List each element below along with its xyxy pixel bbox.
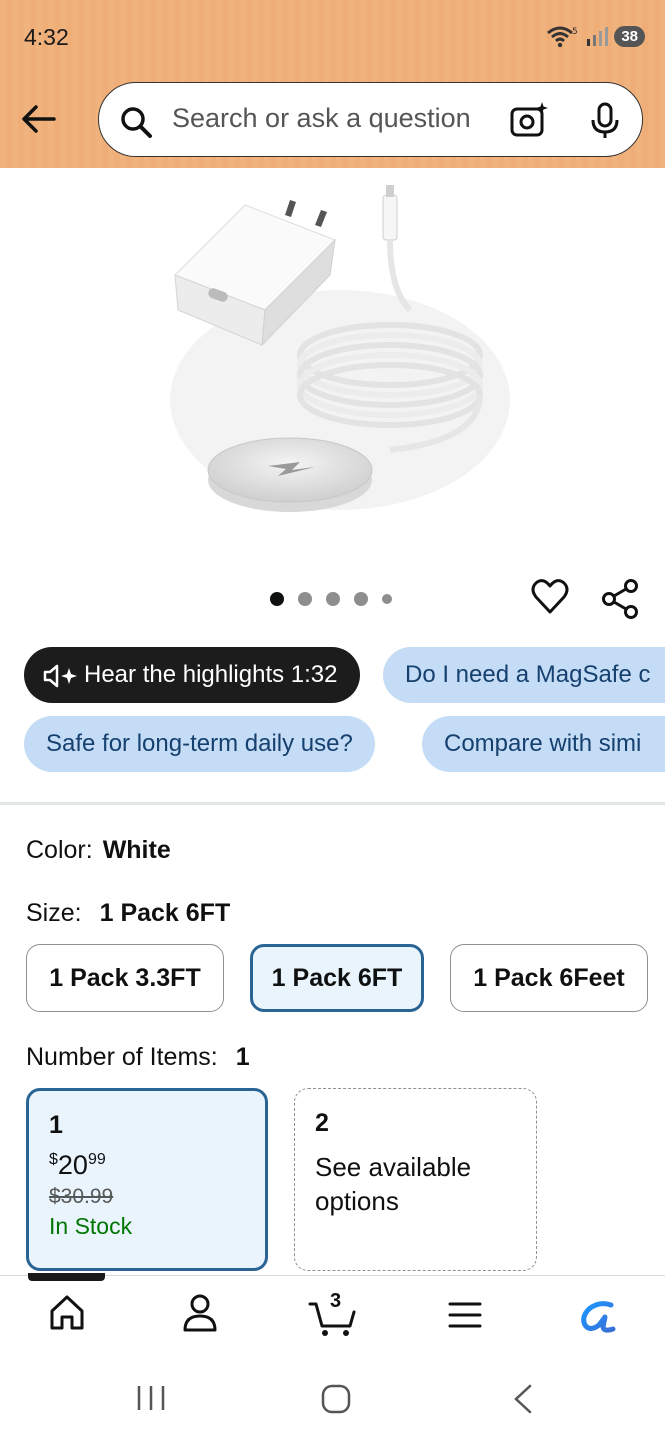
header: 4:32 5 38 Search or ask a question [0,0,665,168]
see-options-text: See available options [315,1152,472,1216]
search-bar[interactable]: Search or ask a question [98,82,643,157]
share-icon[interactable] [600,578,640,620]
items-row: Number of Items: 1 [26,1043,250,1072]
search-input[interactable]: Search or ask a question [172,103,471,134]
section-divider [0,802,665,805]
speaker-sparkle-icon [43,664,77,687]
item-option-1[interactable]: 1 $2099 $30.99 In Stock [26,1088,268,1271]
items-label: Number of Items: [26,1043,218,1071]
system-icons: 5 38 [546,24,645,48]
heart-icon[interactable] [530,577,570,617]
size-option-3-3ft[interactable]: 1 Pack 3.3FT [26,944,224,1012]
wifi-icon: 5 [547,26,578,48]
size-row: Size: 1 Pack 6FT [26,899,230,928]
availability: In Stock [49,1213,133,1239]
hear-highlights-button[interactable]: Hear the highlights 1:32 [24,647,360,703]
size-option-6feet[interactable]: 1 Pack 6Feet [450,944,648,1012]
carousel-dot[interactable] [298,592,312,606]
list-price: $30.99 [49,1185,114,1208]
carousel-dot[interactable] [354,592,368,606]
status-time: 4:32 [24,24,69,50]
question-chip-label: Compare with simi [444,730,642,757]
price-fraction: 99 [87,1151,106,1168]
svg-text:5: 5 [572,27,578,37]
active-tab-indicator [28,1273,105,1281]
item-option-2[interactable]: 2 See available options [294,1088,537,1271]
question-chip-label: Do I need a MagSafe c [405,661,651,688]
item-price: $2099 [49,1150,245,1181]
color-value: White [102,836,171,864]
color-row: Color: White [26,836,171,865]
search-icon [121,107,152,138]
items-value: 1 [235,1043,250,1071]
size-value: 1 Pack 6FT [99,899,231,927]
question-chip-compare[interactable]: Compare with simi [422,716,665,772]
microphone-icon[interactable] [589,102,621,140]
camera-search-icon[interactable] [509,101,549,139]
back-arrow-icon[interactable] [18,98,60,140]
menu-icon[interactable] [447,1298,483,1332]
rufus-icon[interactable] [577,1295,619,1337]
account-icon[interactable] [180,1292,220,1332]
size-option-6ft[interactable]: 1 Pack 6FT [250,944,424,1012]
cart-count-badge: 3 [330,1290,342,1312]
system-back-icon[interactable] [510,1383,536,1415]
carousel-dot[interactable] [382,594,392,604]
hear-highlights-label: Hear the highlights 1:32 [84,661,338,688]
home-icon[interactable] [47,1292,87,1332]
color-label: Color: [26,836,93,864]
status-bar: 4:32 5 38 [0,0,665,74]
question-chip-safety[interactable]: Safe for long-term daily use? [24,716,375,772]
signal-icon [587,27,609,46]
carousel-dot[interactable] [326,592,340,606]
size-label: Size: [26,899,82,927]
product-image[interactable] [150,180,520,540]
item-count: 2 [315,1109,329,1137]
question-chip-label: Safe for long-term daily use? [46,730,353,757]
recent-apps-icon[interactable] [136,1384,166,1412]
price-whole: 20 [57,1150,88,1180]
carousel-dot[interactable] [270,592,284,606]
battery-indicator: 38 [614,25,645,47]
home-button-icon[interactable] [320,1383,352,1415]
item-count: 1 [49,1111,63,1139]
question-chip-magsafe[interactable]: Do I need a MagSafe c [383,647,665,703]
image-carousel-dots [270,592,392,606]
price-currency: $ [49,1151,58,1168]
system-navigation-bar [0,1358,665,1440]
